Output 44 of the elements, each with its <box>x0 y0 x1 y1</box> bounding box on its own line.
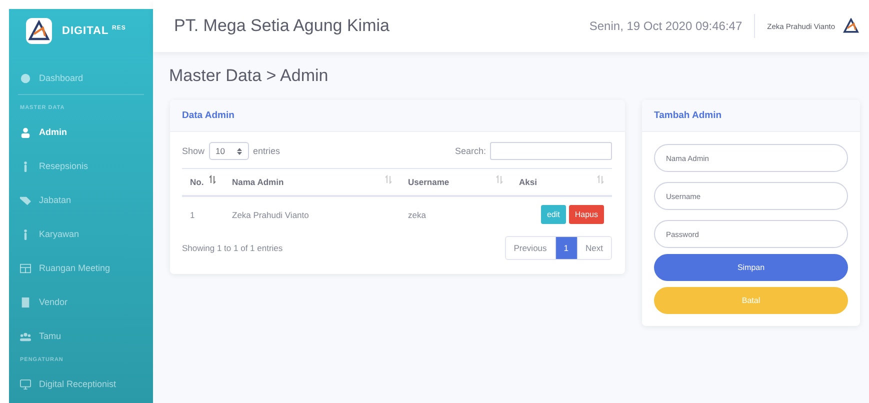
company-name: PT. Mega Setia Agung Kimia <box>174 16 390 36</box>
table-info: Showing 1 to 1 of 1 entries <box>182 243 283 253</box>
card-title: Tambah Admin <box>654 110 722 121</box>
sort-icon <box>385 175 392 184</box>
page-button[interactable]: 1 <box>554 237 577 259</box>
sidebar-item[interactable]: Ruangan Meeting <box>9 251 153 285</box>
sidebar-item[interactable]: Admin <box>9 115 153 149</box>
search-field[interactable] <box>490 142 612 160</box>
column-header[interactable]: Nama Admin <box>232 177 284 187</box>
sidebar-item[interactable]: Vendor <box>9 285 153 319</box>
table-cell: 1 <box>182 196 224 232</box>
table-cell: zeka <box>400 196 511 232</box>
sidebar-item[interactable]: Karyawan <box>9 217 153 251</box>
logo-icon[interactable] <box>843 18 859 34</box>
entries-label: entries <box>252 146 280 156</box>
delete-button[interactable]: Hapus <box>568 205 604 224</box>
sidebar-item[interactable]: Tamu <box>9 319 153 353</box>
users-icon <box>20 330 31 342</box>
tag-icon <box>20 194 31 206</box>
brand-name: DIGITAL $^{RES}$ <box>62 25 126 37</box>
column-header[interactable]: Aksi <box>519 177 537 187</box>
card-title: Data Admin <box>182 110 234 121</box>
page-title: Master Data > Admin <box>169 66 330 86</box>
column-header[interactable]: No. <box>190 177 204 187</box>
sort-icon <box>597 175 604 184</box>
search-label: Search: <box>454 146 486 156</box>
show-label: Show <box>182 146 205 156</box>
page-size-select[interactable]: 10 <box>208 142 249 160</box>
sort-icon <box>496 175 503 184</box>
edit-button[interactable]: edit <box>540 205 566 224</box>
updown-icon <box>236 148 242 154</box>
date-time: Senin, 19 Oct 2020 09:46:47 <box>589 19 742 33</box>
sort-icon <box>209 175 216 184</box>
building-icon <box>20 296 31 308</box>
page-button[interactable]: Next <box>576 237 611 259</box>
column-header[interactable]: Username <box>408 177 450 187</box>
table-icon <box>20 262 31 274</box>
logo-icon <box>26 18 52 44</box>
sidebar-item[interactable]: Jabatan <box>9 183 153 217</box>
monitor-icon <box>20 378 31 390</box>
save-button[interactable]: Simpan <box>654 254 848 281</box>
table-cell: Zeka Prahudi Vianto <box>224 196 400 232</box>
sidebar-item[interactable]: Digital Receptionist <box>9 367 153 401</box>
user-icon <box>20 126 31 138</box>
